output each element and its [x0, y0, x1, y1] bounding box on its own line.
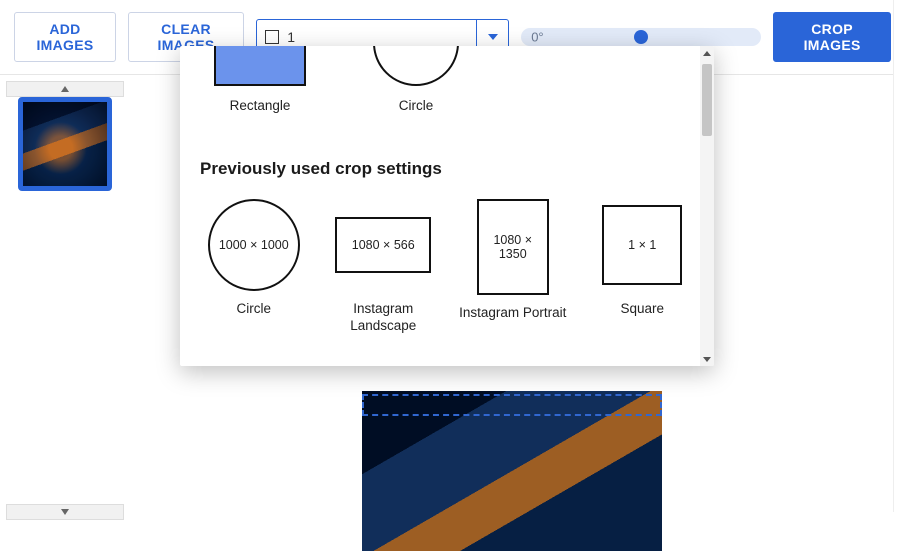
rotation-slider[interactable]: 0°: [521, 28, 761, 46]
aspect-ratio-input[interactable]: [279, 29, 476, 45]
preset-shape-circle: 1000 × 1000: [208, 199, 300, 291]
chevron-down-icon: [61, 509, 69, 515]
preview-image[interactable]: [362, 391, 662, 551]
preset-label: Instagram Portrait: [459, 305, 567, 322]
dropdown-scroll-track[interactable]: [700, 60, 714, 352]
chevron-up-icon: [61, 86, 69, 92]
thumbnail-sidebar: [0, 75, 130, 526]
preset-shape-square: 1 × 1: [602, 205, 682, 285]
preset-label: Square: [589, 301, 697, 318]
preset-instagram-portrait[interactable]: 1080 × 1350 Instagram Portrait: [459, 199, 567, 335]
previous-settings-title: Previously used crop settings: [200, 159, 696, 179]
crop-images-button[interactable]: CROP IMAGES: [773, 12, 891, 62]
aspect-ratio-dropdown-panel: Rectangle Circle Previously used crop se…: [180, 46, 714, 366]
thumbnail-selected[interactable]: [18, 97, 112, 191]
add-images-button[interactable]: ADD IMAGES: [14, 12, 116, 62]
thumbnail-image: [23, 102, 107, 186]
shape-label: Circle: [362, 98, 470, 113]
dropdown-scroll-thumb[interactable]: [702, 64, 712, 136]
dropdown-scroll-up[interactable]: [700, 46, 714, 60]
rotation-slider-track[interactable]: 0°: [521, 28, 761, 46]
preset-label: Circle: [200, 301, 308, 318]
rotation-slider-thumb[interactable]: [634, 30, 648, 44]
shape-option-rectangle[interactable]: Rectangle: [206, 46, 314, 113]
shape-row: Rectangle Circle: [198, 46, 696, 113]
presets-row: 1000 × 1000 Circle 1080 × 566 Instagram …: [198, 199, 696, 335]
preset-shape-landscape: 1080 × 566: [335, 217, 431, 273]
dropdown-scroll-down[interactable]: [700, 352, 714, 366]
sidebar-scroll-up[interactable]: [6, 81, 124, 97]
rotation-value-label: 0°: [531, 30, 543, 45]
preset-square[interactable]: 1 × 1 Square: [589, 199, 697, 335]
dropdown-scrollbar[interactable]: [700, 46, 714, 366]
crop-selection-overlay[interactable]: [362, 394, 662, 416]
circle-shape-icon: [373, 46, 459, 86]
shape-option-circle[interactable]: Circle: [362, 46, 470, 113]
shape-label: Rectangle: [206, 98, 314, 113]
chevron-down-icon: [487, 31, 499, 43]
preset-shape-portrait: 1080 × 1350: [477, 199, 549, 295]
right-panel-edge: [893, 0, 905, 512]
dropdown-body: Rectangle Circle Previously used crop se…: [180, 46, 714, 366]
sidebar-scroll-down[interactable]: [6, 504, 124, 520]
rectangle-shape-icon: [214, 46, 306, 86]
preset-instagram-landscape[interactable]: 1080 × 566 Instagram Landscape: [330, 199, 438, 335]
preset-label: Instagram Landscape: [330, 301, 438, 335]
preset-circle[interactable]: 1000 × 1000 Circle: [200, 199, 308, 335]
chevron-up-icon: [703, 51, 711, 56]
ratio-swatch-icon: [265, 30, 279, 44]
chevron-down-icon: [703, 357, 711, 362]
